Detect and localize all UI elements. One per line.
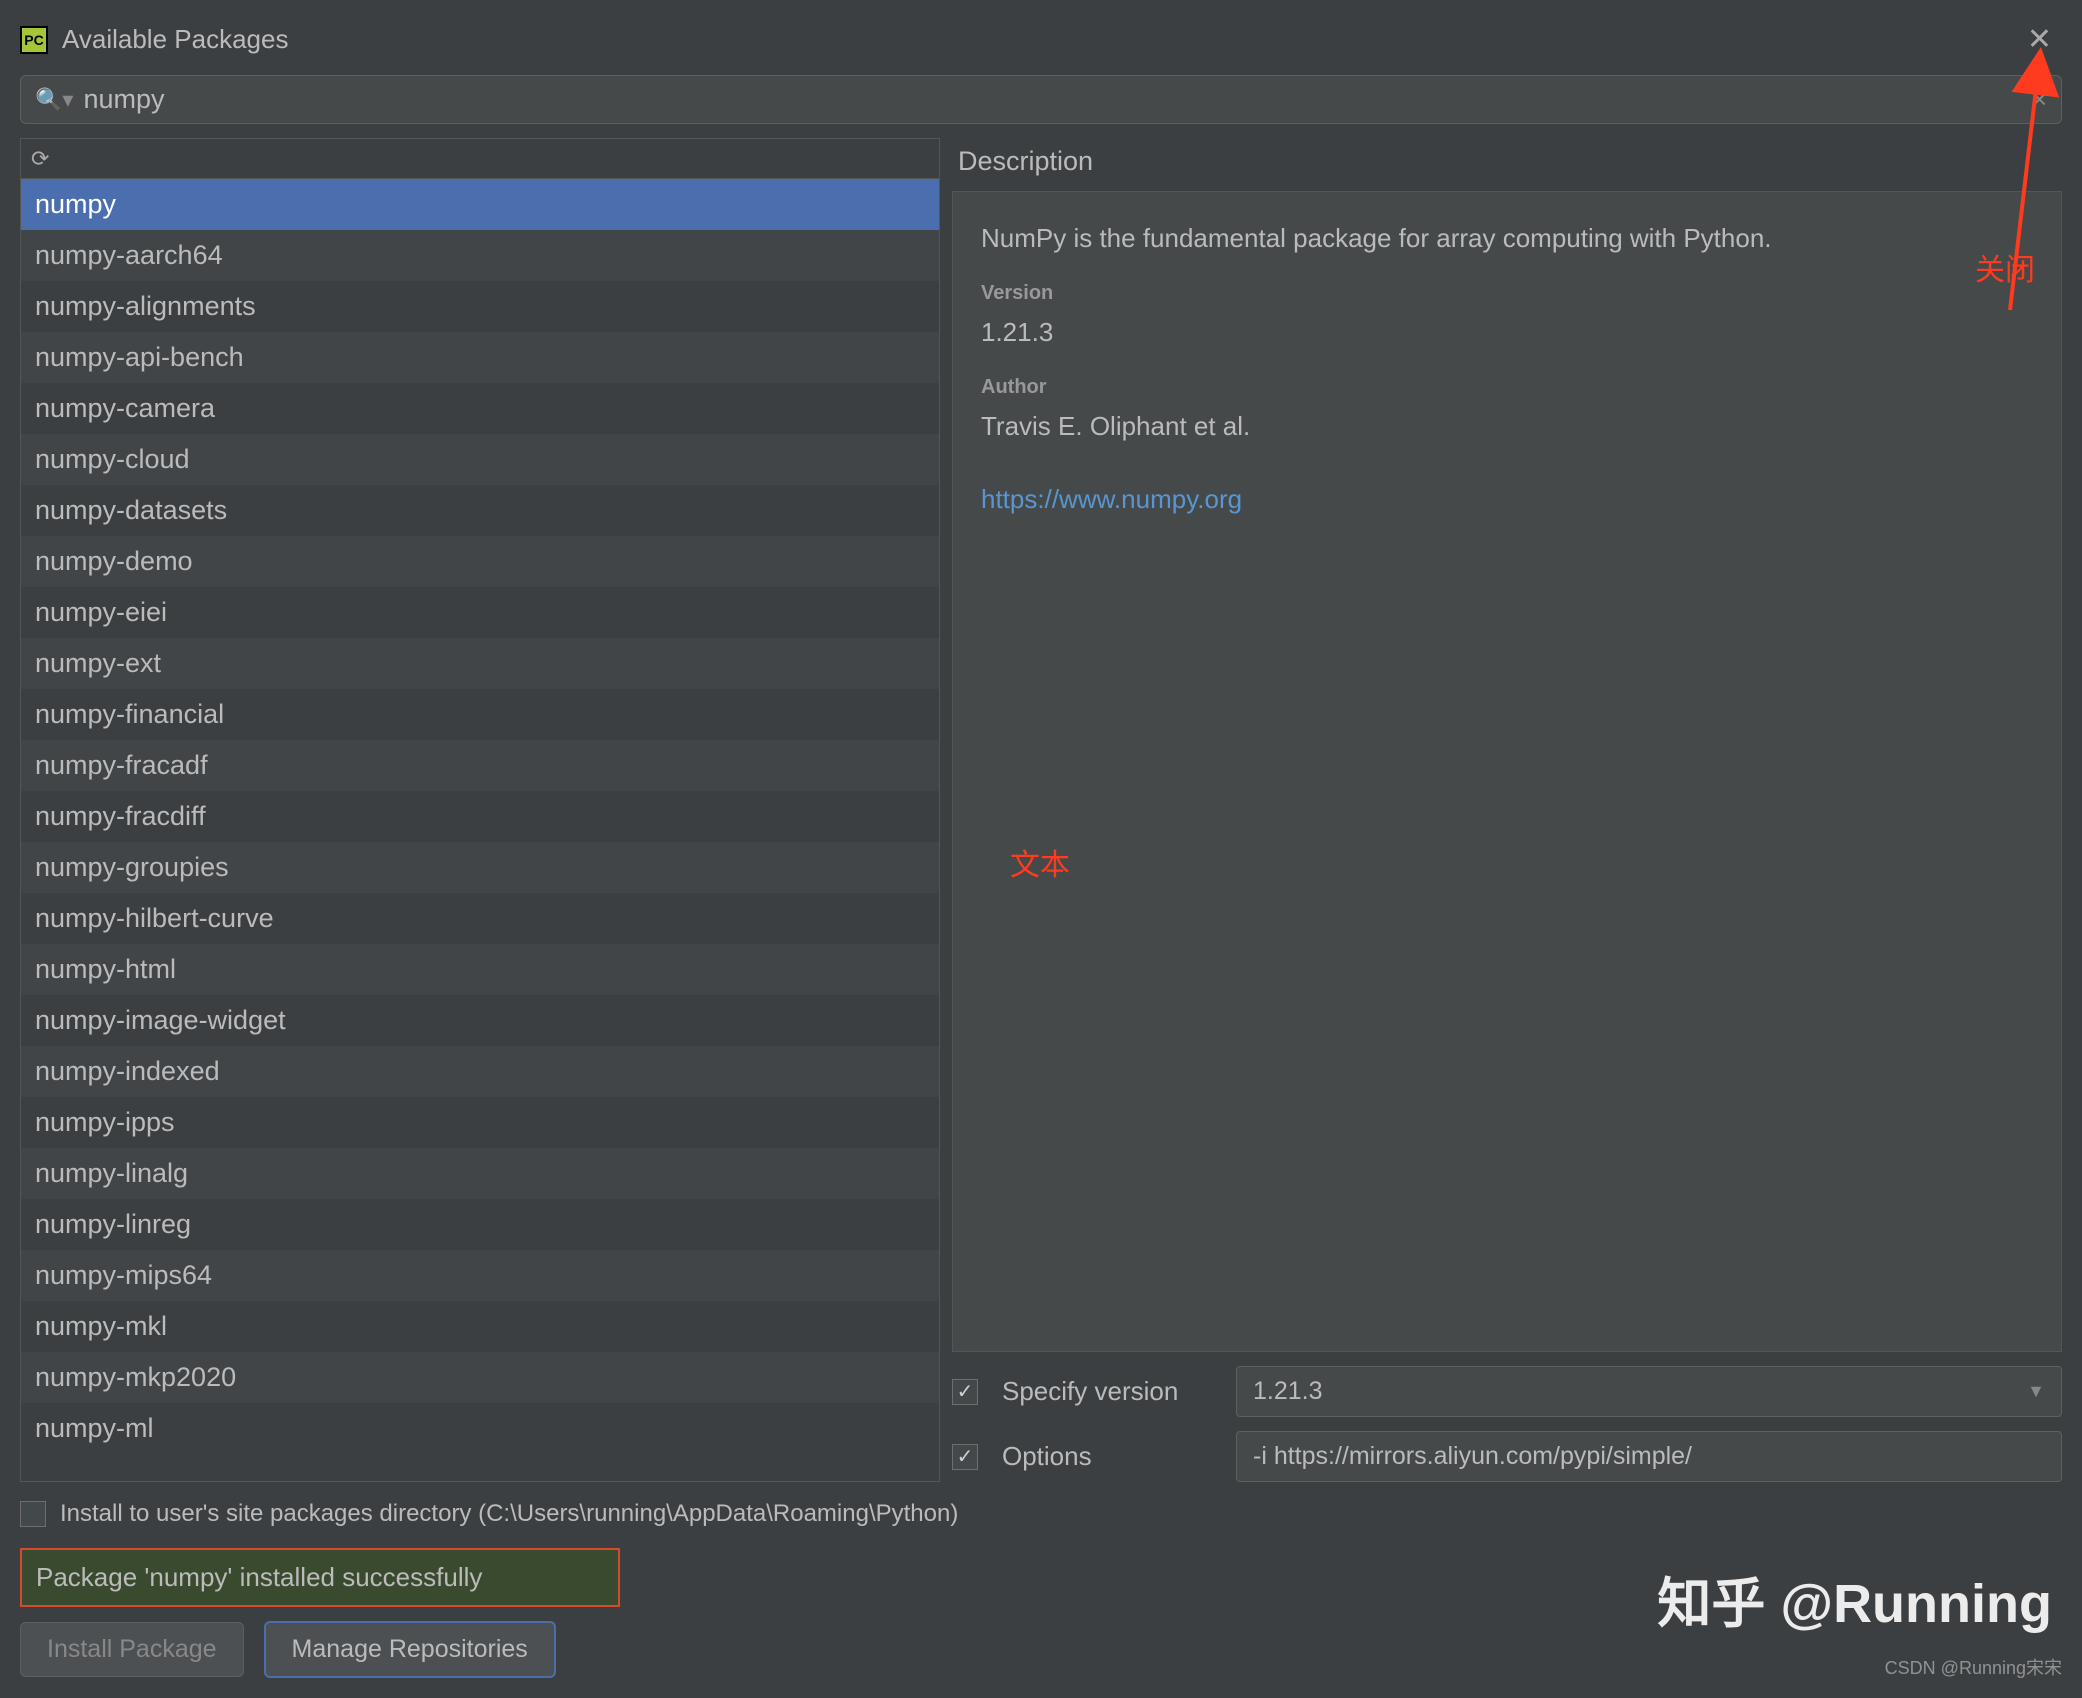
package-item[interactable]: numpy-financial (21, 689, 939, 740)
package-item[interactable]: numpy-fracadf (21, 740, 939, 791)
install-to-user-row: ✓ Install to user's site packages direct… (20, 1494, 2062, 1534)
package-item[interactable]: numpy-aarch64 (21, 230, 939, 281)
options-input[interactable]: -i https://mirrors.aliyun.com/pypi/simpl… (1236, 1431, 2062, 1482)
package-item[interactable]: numpy-demo (21, 536, 939, 587)
package-item[interactable]: numpy-mkl (21, 1301, 939, 1352)
description-body: NumPy is the fundamental package for arr… (952, 191, 2062, 1352)
available-packages-window: PC Available Packages ✕ 🔍▾ × ⟳ numpynump… (0, 0, 2082, 1698)
package-item[interactable]: numpy-ipps (21, 1097, 939, 1148)
version-label: Version (981, 276, 2033, 310)
chevron-down-icon: ▼ (2027, 1381, 2045, 1402)
install-to-user-label: Install to user's site packages director… (60, 1500, 958, 1528)
package-item[interactable]: numpy-fracdiff (21, 791, 939, 842)
package-item[interactable]: numpy-datasets (21, 485, 939, 536)
window-title: Available Packages (62, 24, 288, 55)
pycharm-app-icon: PC (20, 26, 48, 54)
options-row: ✓ Options -i https://mirrors.aliyun.com/… (952, 1431, 2062, 1482)
close-button[interactable]: ✕ (2017, 18, 2062, 61)
install-package-button[interactable]: Install Package (20, 1622, 244, 1677)
status-message: Package 'numpy' installed successfully (20, 1548, 620, 1607)
specify-version-checkbox[interactable]: ✓ (952, 1379, 978, 1405)
author-label: Author (981, 370, 2033, 404)
search-input[interactable] (83, 84, 2031, 115)
search-field[interactable]: 🔍▾ × (20, 75, 2062, 124)
install-to-user-checkbox[interactable]: ✓ (20, 1501, 46, 1527)
description-header: Description (952, 138, 2062, 191)
refresh-bar: ⟳ (21, 139, 939, 179)
package-item[interactable]: numpy-cloud (21, 434, 939, 485)
package-item[interactable]: numpy-indexed (21, 1046, 939, 1097)
package-item[interactable]: numpy-hilbert-curve (21, 893, 939, 944)
package-item[interactable]: numpy-linalg (21, 1148, 939, 1199)
install-options: ✓ Specify version 1.21.3 ▼ ✓ Options -i … (952, 1366, 2062, 1482)
package-item[interactable]: numpy-groupies (21, 842, 939, 893)
package-item[interactable]: numpy-linreg (21, 1199, 939, 1250)
package-author: Travis E. Oliphant et al. (981, 404, 2033, 448)
package-summary: NumPy is the fundamental package for arr… (981, 216, 2033, 260)
package-item[interactable]: numpy-api-bench (21, 332, 939, 383)
options-label: Options (1002, 1441, 1212, 1472)
package-item[interactable]: numpy-camera (21, 383, 939, 434)
package-item[interactable]: numpy-ml (21, 1403, 939, 1454)
titlebar: PC Available Packages ✕ (20, 12, 2062, 75)
details-pane: Description NumPy is the fundamental pac… (952, 138, 2062, 1482)
package-version: 1.21.3 (981, 310, 2033, 354)
package-list[interactable]: numpynumpy-aarch64numpy-alignmentsnumpy-… (21, 179, 939, 1481)
package-link[interactable]: https://www.numpy.org (981, 477, 2033, 521)
refresh-icon[interactable]: ⟳ (31, 146, 49, 172)
package-item[interactable]: numpy-alignments (21, 281, 939, 332)
package-item[interactable]: numpy-image-widget (21, 995, 939, 1046)
options-input-value: -i https://mirrors.aliyun.com/pypi/simpl… (1253, 1442, 1692, 1471)
main-split: ⟳ numpynumpy-aarch64numpy-alignmentsnump… (20, 138, 2062, 1482)
package-item[interactable]: numpy-mkp2020 (21, 1352, 939, 1403)
options-checkbox[interactable]: ✓ (952, 1444, 978, 1470)
package-item[interactable]: numpy-eiei (21, 587, 939, 638)
manage-repositories-button[interactable]: Manage Repositories (264, 1621, 556, 1678)
watermark-zhihu: 知乎 @Running (1657, 1559, 2052, 1638)
package-item[interactable]: numpy-mips64 (21, 1250, 939, 1301)
version-select-value: 1.21.3 (1253, 1377, 1323, 1406)
package-item[interactable]: numpy (21, 179, 939, 230)
watermark-csdn: CSDN @Running宋宋 (1885, 1654, 2062, 1680)
package-list-pane: ⟳ numpynumpy-aarch64numpy-alignmentsnump… (20, 138, 940, 1482)
package-item[interactable]: numpy-html (21, 944, 939, 995)
specify-version-label: Specify version (1002, 1376, 1212, 1407)
version-select[interactable]: 1.21.3 ▼ (1236, 1366, 2062, 1417)
package-item[interactable]: numpy-ext (21, 638, 939, 689)
clear-search-icon[interactable]: × (2032, 84, 2047, 115)
specify-version-row: ✓ Specify version 1.21.3 ▼ (952, 1366, 2062, 1417)
search-icon: 🔍▾ (35, 87, 73, 113)
